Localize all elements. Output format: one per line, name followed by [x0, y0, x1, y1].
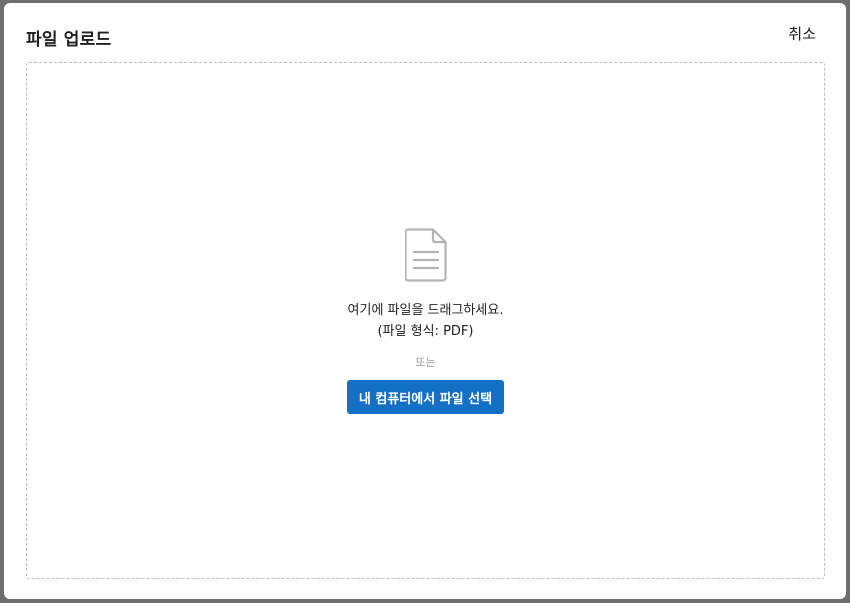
dialog-title: 파일 업로드 [26, 30, 112, 50]
select-file-button[interactable]: 내 컴퓨터에서 파일 선택 [346, 380, 505, 414]
or-divider-text: 또는 [415, 356, 436, 369]
cancel-button[interactable]: 취소 [788, 23, 816, 44]
format-hint: (파일 형식: PDF) [377, 324, 474, 339]
file-upload-dialog: 파일 업로드 취소 여기에 파일을 드래그하세요. (파일 형식: PDF) 또… [4, 3, 846, 599]
document-icon [404, 228, 447, 282]
file-dropzone[interactable]: 여기에 파일을 드래그하세요. (파일 형식: PDF) 또는 내 컴퓨터에서 … [26, 62, 825, 579]
drop-instruction: 여기에 파일을 드래그하세요. [347, 303, 504, 318]
dropzone-content: 여기에 파일을 드래그하세요. (파일 형식: PDF) 또는 내 컴퓨터에서 … [27, 228, 824, 414]
